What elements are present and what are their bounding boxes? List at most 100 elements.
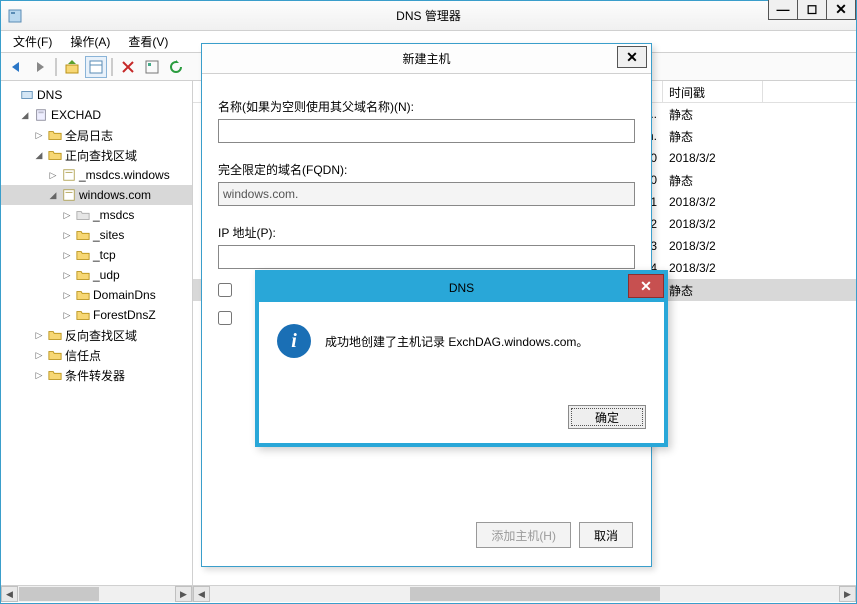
folder-icon [75,287,91,303]
scroll-right-button[interactable]: ▶ [839,586,856,602]
tree-node-sub-udp[interactable]: ▷_udp [1,265,192,285]
folder-icon [47,347,63,363]
scroll-right-button[interactable]: ▶ [175,586,192,602]
msgbox-close-button[interactable]: ✕ [628,274,664,298]
msgbox-title: DNS [449,281,474,295]
tree-node-sub-tcp[interactable]: ▷_tcp [1,245,192,265]
folder-icon [75,267,91,283]
name-label: 名称(如果为空则使用其父域名称)(N): [218,98,635,115]
tree-label: _udp [93,268,120,282]
tree-pane: DNS ◢EXCHAD ▷全局日志 ◢正向查找区域 ▷_msdcs.window… [1,81,193,585]
menu-view[interactable]: 查看(V) [120,31,176,52]
scroll-left-button[interactable]: ◀ [1,586,18,602]
scroll-track[interactable] [18,586,175,602]
maximize-button[interactable]: ◻ [797,0,827,20]
tree-node-sub-sites[interactable]: ▷_sites [1,225,192,245]
tree-node-revzones[interactable]: ▷反向查找区域 [1,325,192,345]
dns-root-icon [19,87,35,103]
refresh-button[interactable] [141,56,163,78]
add-host-button[interactable]: 添加主机(H) [476,522,571,548]
msgbox-titlebar: DNS ✕ [259,274,664,302]
tree-node-windows-zone[interactable]: ◢windows.com [1,185,192,205]
cancel-button[interactable]: 取消 [579,522,633,548]
horizontal-scrollbar: ◀ ▶ ◀ ▶ [1,585,856,602]
cell-timestamp: 2018/3/2 [663,217,763,231]
folder-icon [75,227,91,243]
app-icon [7,8,23,24]
cell-timestamp: 2018/3/2 [663,261,763,275]
tree-node-server[interactable]: ◢EXCHAD [1,105,192,125]
folder-icon [75,247,91,263]
tree-node-trust[interactable]: ▷信任点 [1,345,192,365]
refresh2-button[interactable] [165,56,187,78]
folder-icon [47,147,63,163]
minimize-button[interactable]: — [768,0,798,20]
scroll-left-button[interactable]: ◀ [193,586,210,602]
tree-node-sub-msdcs[interactable]: ▷_msdcs [1,205,192,225]
tree-node-sub-domaindns[interactable]: ▷DomainDns [1,285,192,305]
separator [55,58,57,76]
tree: DNS ◢EXCHAD ▷全局日志 ◢正向查找区域 ▷_msdcs.window… [1,85,192,385]
properties-button[interactable] [85,56,107,78]
msgbox-body: i 成功地创建了主机记录 ExchDAG.windows.com。 [259,302,664,380]
tree-label: 信任点 [65,347,101,364]
delete-button[interactable] [117,56,139,78]
tree-label: _msdcs [93,208,134,222]
folder-icon [47,367,63,383]
close-button[interactable]: ✕ [826,0,856,20]
cell-timestamp: 2018/3/2 [663,195,763,209]
separator [111,58,113,76]
tree-node-globallog[interactable]: ▷全局日志 [1,125,192,145]
folder-icon [47,327,63,343]
zone-icon [61,187,77,203]
tree-label: 反向查找区域 [65,327,137,344]
dialog-title: 新建主机 [402,50,450,67]
folder-grey-icon [75,207,91,223]
ptr-checkbox[interactable] [218,283,232,297]
menu-file[interactable]: 文件(F) [5,31,60,52]
tree-label: DNS [37,88,62,102]
server-icon [33,107,49,123]
ok-button[interactable]: 确定 [568,405,646,429]
msgbox-text: 成功地创建了主机记录 ExchDAG.windows.com。 [325,333,588,350]
forward-button[interactable] [29,56,51,78]
fqdn-input[interactable] [218,182,635,206]
tree-label: EXCHAD [51,108,101,122]
menu-action[interactable]: 操作(A) [62,31,118,52]
ip-label: IP 地址(P): [218,224,635,241]
up-button[interactable] [61,56,83,78]
window-title: DNS 管理器 [1,7,856,24]
tree-node-dns[interactable]: DNS [1,85,192,105]
cell-timestamp: 2018/3/2 [663,239,763,253]
col-header-timestamp[interactable]: 时间戳 [663,81,763,102]
dialog-titlebar: 新建主机 ✕ [202,44,651,74]
tree-node-sub-forestdns[interactable]: ▷ForestDnsZ [1,305,192,325]
msgbox-buttons: 确定 [568,405,646,429]
tree-label: ForestDnsZ [93,308,156,322]
back-button[interactable] [5,56,27,78]
scroll-thumb[interactable] [19,587,99,601]
message-box: DNS ✕ i 成功地创建了主机记录 ExchDAG.windows.com。 … [255,270,668,447]
tree-label: _sites [93,228,124,242]
tree-label: _tcp [93,248,116,262]
tree-node-condfwd[interactable]: ▷条件转发器 [1,365,192,385]
tree-label: 全局日志 [65,127,113,144]
cell-timestamp: 静态 [663,128,763,145]
cell-timestamp: 静态 [663,282,763,299]
allow-checkbox[interactable] [218,311,232,325]
dialog-close-button[interactable]: ✕ [617,46,647,68]
scroll-track[interactable] [210,586,839,602]
scroll-thumb[interactable] [410,587,660,601]
window-buttons: — ◻ ✕ [769,0,856,20]
folder-icon [75,307,91,323]
tree-node-fwdzones[interactable]: ◢正向查找区域 [1,145,192,165]
folder-icon [47,127,63,143]
info-icon: i [277,324,311,358]
tree-node-msdcs-zone[interactable]: ▷_msdcs.windows [1,165,192,185]
cell-timestamp: 静态 [663,172,763,189]
tree-label: windows.com [79,188,151,202]
ip-input[interactable] [218,245,635,269]
name-input[interactable] [218,119,635,143]
titlebar: DNS 管理器 — ◻ ✕ [1,1,856,31]
cell-timestamp: 2018/3/2 [663,151,763,165]
